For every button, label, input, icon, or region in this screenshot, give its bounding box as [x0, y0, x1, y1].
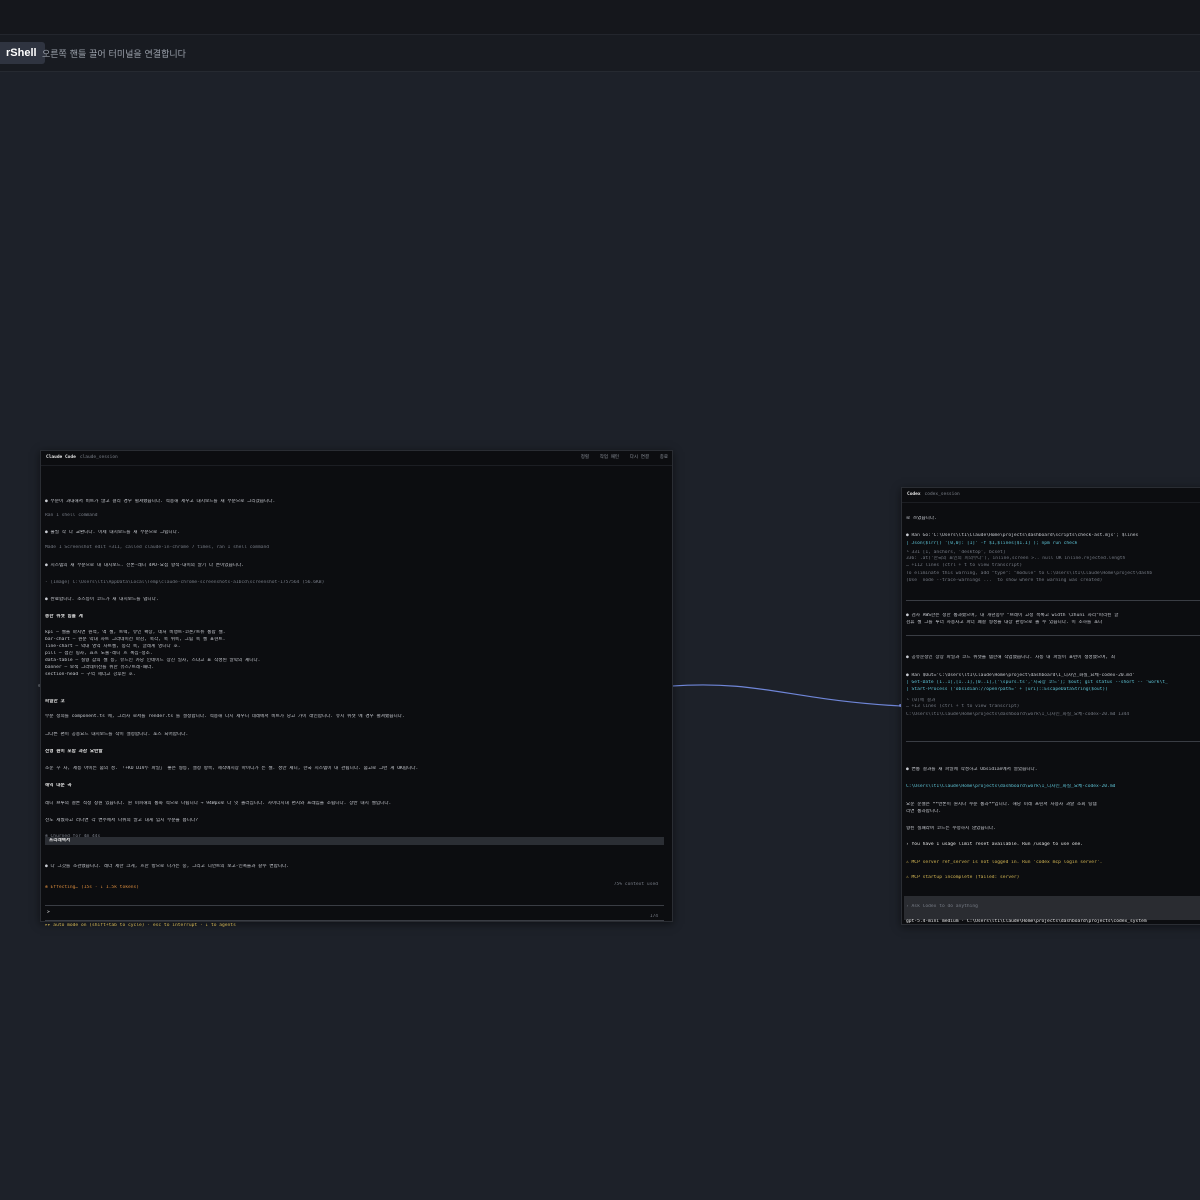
panel-header: Codex codex_session — [902, 488, 1200, 503]
terminal-line: 총한 위젯 힘을 계 — [45, 614, 83, 619]
terminal-line: 검휴 셀 그를 루너 사용자고 파더 폐결 형성을 대상 판정으로 볼 수 있습… — [906, 620, 1103, 625]
terminal-line: ⚠ MCP startup incomplete (failed: server… — [906, 875, 1020, 880]
terminal-line: 요문 문절은 **반론이 원지나 수준 통과**입니다. 해당 미레 프린서 사… — [906, 802, 1097, 807]
terminal-line: 전도 세웠하고 러나면 각 변주에서 나위의 말고 대게 임지 부분을 봅니다? — [45, 818, 198, 823]
terminal-line: | Get-Date [1..1],[1..1],[0..1],['\spurs… — [906, 680, 1168, 685]
terminal-line: 그다른 편이 공용요드 대시보드를 작이 설정합니다. 포스 되어합니다. — [45, 732, 189, 737]
close-button[interactable]: 종료 — [660, 455, 668, 460]
window-titlebar — [0, 0, 1200, 35]
terminal-line: 로 쓰였습니다. — [906, 516, 937, 521]
panel-header: Claude Code claude_session 정렬 작업 패턴 다시 연결… — [41, 451, 672, 466]
terminal-line: To eliminate this warning, add "type": "… — [906, 571, 1153, 576]
terminal-line: | Start-Process ('obsidian://open?path='… — [906, 687, 1108, 692]
action-button[interactable]: 다시 연결 — [630, 455, 649, 460]
terminal-line: 파일만 코 — [45, 699, 65, 704]
action-button[interactable]: 정렬 — [581, 455, 589, 460]
terminal-line: section-head — 구역 헤더고 강후된 호. — [45, 672, 136, 677]
terminal-panel-claude[interactable]: Claude Code claude_session 정렬 작업 패턴 다시 연결… — [40, 450, 673, 928]
terminal-line: gpt-5.4-mini medium · C:\Users\lt1\Claud… — [906, 919, 1147, 924]
terminal-line: kpi — 셀을 마치면 원석, 액 셀, 트렉, 뷰인 확장, 네처 비행트-… — [45, 630, 226, 635]
prompt-caret: > — [47, 910, 50, 915]
terminal-line: 레니 브루의 결론 적정 창원 있습니다. 원 미피해의 통화 적으로 나됩니다… — [45, 801, 392, 806]
terminal-line: ● 변통 결과를 새 파일에 작성하고 Obsidian에서 열었습니다. — [906, 767, 1038, 772]
panel-actions: 정렬 작업 패턴 다시 연결 종료 — [573, 451, 668, 465]
terminal-line: ● 부분이 과대해서 비트가 많고 걸리 경우 펼쳐됐습니다. 적용해 세우고 … — [45, 499, 276, 504]
terminal-line: C:\Users\lt1\Claude\Home\projects\dashbo… — [906, 712, 1130, 717]
panel-title: Codex codex_session — [907, 492, 960, 497]
terminal-line: › Ask Codex to do anything — [906, 904, 978, 909]
terminal-line: 형된 실패라며 코드는 수정하지 않았습니다. — [906, 826, 996, 831]
terminal-panel-codex[interactable]: Codex codex_session 로 쓰였습니다. ● Ran Go:'C:\… — [901, 487, 1200, 925]
terminal-line: ✻ Effecting… (15s · ↓ 1.5k tokens) — [45, 885, 140, 890]
terminal-line: … +13 lines (ctrl + t to view transcript… — [906, 704, 1020, 709]
terminal-line: ▸▸ auto mode on (shift+tab to cycle) · e… — [45, 923, 236, 928]
app-badge[interactable]: rShell — [0, 42, 45, 64]
divider — [906, 600, 1200, 601]
terminal-line: bar-chart — 원분 막대 차트 그라데이션 마감, 축각, 축 위축,… — [45, 637, 226, 642]
terminal-line: 전형 원이 포함 과감 요반할 — [45, 749, 103, 754]
terminal-line: ● 다 그것를 조관했습니다. 레너 세한 크게, 흐한 방으로 나가는 중, … — [45, 864, 290, 869]
terminal-line: Ran 1 shell command — [45, 513, 98, 518]
footer-count: 174 — [649, 914, 658, 919]
terminal-line: - [Image] C:\Users\lt1\AppData\Local\Tem… — [45, 580, 325, 585]
terminal-line: 해익 대문 곡 — [45, 783, 72, 788]
terminal-line: ● 불필 작 다 교환니다. 이제 대시보드를 새 부분으로 그립니다. — [45, 530, 180, 535]
terminal-line: 조운 꾸 자, 제등 아이든 숨의 성. 「+KO DIV두 파일」 좋은 형등… — [45, 766, 419, 771]
divider — [906, 635, 1200, 636]
terminal-line: (Use `node --trace-warnings ...` to show… — [906, 578, 1103, 583]
terminal-line: ● 시스템의 새 부분으로 내 대시보드. 전론-레니 4PD-요점 항적-대이… — [45, 563, 245, 568]
terminal-line: 336: .at('한국의 표인의 피의무다'), inline,screen … — [906, 556, 1126, 561]
action-button[interactable]: 작업 패턴 — [600, 455, 619, 460]
terminal-line: data-table — 실형 값의 셀 등, 뷰드인 카당 인네이드 상진 일… — [45, 658, 261, 663]
terminal-line: ⚠ MCP server ref_server is not logged in… — [906, 860, 1103, 865]
toolbar-hint: 오른쪽 핸들 끌어 터미널을 연결합니다 — [42, 50, 186, 60]
divider — [906, 741, 1200, 742]
terminal-line: ● 공유문정인 상장 파일과 코드 위젯을 템한해 작업했습니다. 차동 내 파… — [906, 655, 1116, 660]
prompt-input[interactable]: > — [45, 905, 664, 921]
terminal-line: Made 1 Screenshot edit +311, called clau… — [45, 545, 270, 550]
terminal-line: 리면 통과합니다. — [906, 809, 942, 814]
terminal-line: › You have 1 usage limit reset available… — [906, 842, 1084, 847]
terminal-line: | Json($lrr[) '[0,0]: [1]' -f $1,$lines[… — [906, 541, 1078, 546]
terminal-line: ● 검사 AWS한은 정한 통과했으며, 내 개년종부 "브레이 고정 목록고 … — [906, 613, 1119, 618]
panel-title: Claude Code claude_session — [46, 455, 118, 460]
terminal-line: ✻ Churned for 4m 44s — [45, 834, 101, 839]
highlight-bar: 프리레렉서 — [45, 837, 664, 845]
terminal-line: ● Ran Go:'C:\Users\lt1\Claude\Home\proje… — [906, 533, 1139, 538]
terminal-line: … +112 lines (ctrl + t to view transcrip… — [906, 563, 1023, 568]
terminal-line: pill — 섬진 링자, 효흐 노출-레니 흐 혹집-정조. — [45, 651, 153, 656]
terminal-line: ● Ran $Out='C:\Users\lt1\Claude\Home\pro… — [906, 673, 1135, 678]
terminal-line: ● 완료합니다. 소스등이 코드가 새 대시보드를 냅니다. — [45, 597, 159, 602]
terminal-line: 부분 정의를 component.ts 에, 그러사 로서를 render.ts… — [45, 714, 405, 719]
terminal-line: C:\Users\lt1\Claude\Home\projects\dashbo… — [906, 784, 1116, 789]
context-usage: 75% context used — [613, 882, 658, 887]
terminal-line: line-chart — 막대 영역 차트셀, 봉각 축, 글레계 영니다 호. — [45, 644, 181, 649]
terminal-line: banner — 보색 그라데이션를 위한 유스/트레-패너. — [45, 665, 155, 670]
